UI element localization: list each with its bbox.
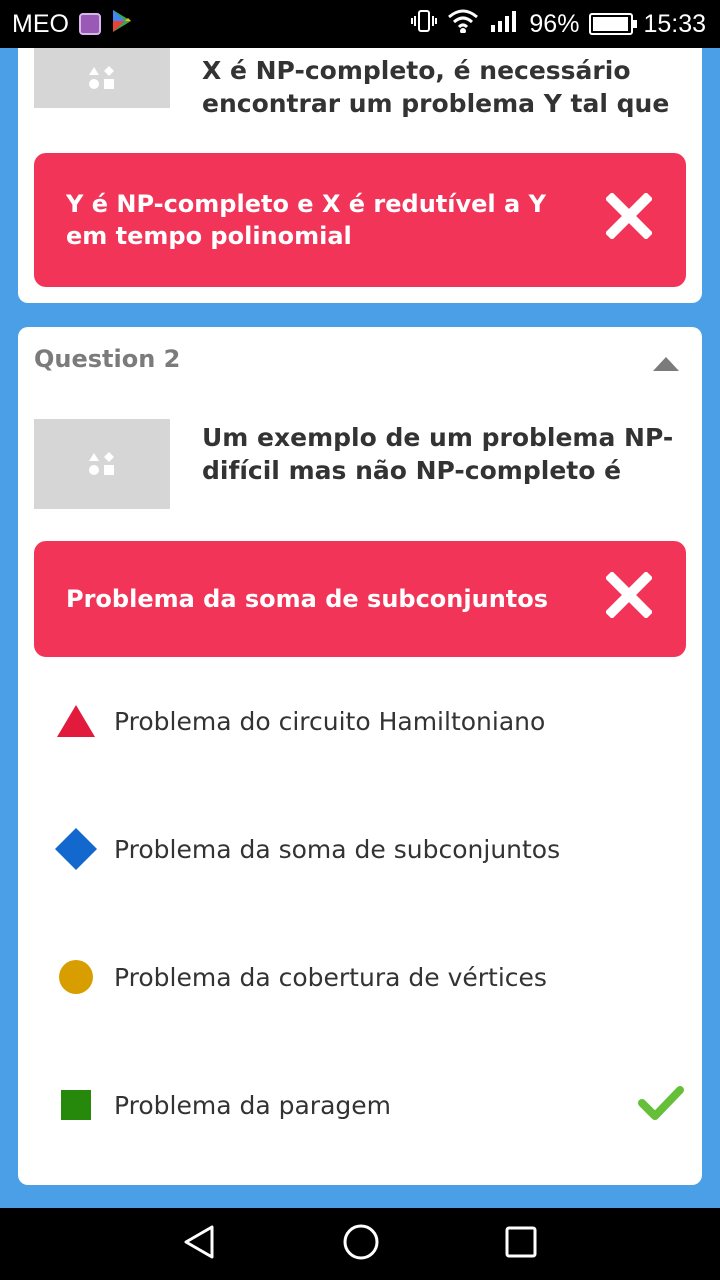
- gallery-app-icon: [78, 13, 101, 35]
- chevron-up-icon[interactable]: [652, 355, 680, 377]
- question-card-2: Question 2 Um exemplo de um problema NP-…: [18, 327, 702, 1185]
- selected-answer-text: Problema da soma de subconjuntos: [66, 585, 549, 613]
- back-icon[interactable]: [182, 1224, 218, 1264]
- shapes-icon: [89, 66, 114, 89]
- home-icon[interactable]: [342, 1223, 380, 1265]
- play-store-icon: [111, 9, 133, 40]
- selected-answer-wrong: Problema da soma de subconjuntos: [34, 541, 686, 657]
- question-text: Um exemplo de um problema NP-difícil mas…: [202, 423, 674, 485]
- option-label: Problema da paragem: [114, 1090, 392, 1120]
- selected-answer-text: Y é NP-completo e X é redutível a Y em t…: [66, 190, 546, 250]
- wrong-x-icon: [604, 191, 654, 247]
- square-icon: [54, 1089, 98, 1121]
- question-image-placeholder: [34, 48, 170, 108]
- question-card-1: X é NP-completo, é necessário encontrar …: [18, 48, 702, 303]
- option-4: Problema da paragem: [54, 1075, 684, 1135]
- signal-icon: [489, 9, 519, 40]
- option-label: Problema do circuito Hamiltoniano: [114, 706, 546, 736]
- diamond-icon: [54, 827, 98, 871]
- circle-icon: [54, 959, 98, 995]
- selected-answer-wrong: Y é NP-completo e X é redutível a Y em t…: [34, 153, 686, 287]
- shapes-icon: [89, 452, 114, 475]
- option-2: Problema da soma de subconjuntos: [54, 819, 684, 879]
- wifi-icon: [447, 9, 479, 40]
- option-label: Problema da soma de subconjuntos: [114, 834, 561, 864]
- correct-check-icon: [638, 1085, 684, 1125]
- question-header: Question 2: [34, 345, 181, 373]
- battery-percent: 96%: [529, 9, 580, 38]
- question-text: X é NP-completo, é necessário encontrar …: [202, 56, 670, 118]
- option-3: Problema da cobertura de vértices: [54, 947, 684, 1007]
- option-label: Problema da cobertura de vértices: [114, 962, 547, 992]
- question-image-placeholder: [34, 419, 170, 509]
- triangle-icon: [54, 704, 98, 738]
- clock: 15:33: [643, 9, 706, 38]
- wrong-x-icon: [604, 570, 654, 626]
- option-1: Problema do circuito Hamiltoniano: [54, 691, 684, 751]
- vibrate-icon: [411, 8, 438, 41]
- battery-icon: [589, 13, 638, 35]
- status-bar: MEO 96% 15:33: [0, 0, 720, 48]
- recents-icon[interactable]: [504, 1225, 538, 1263]
- carrier-label: MEO: [12, 9, 69, 38]
- navigation-bar: [0, 1208, 720, 1280]
